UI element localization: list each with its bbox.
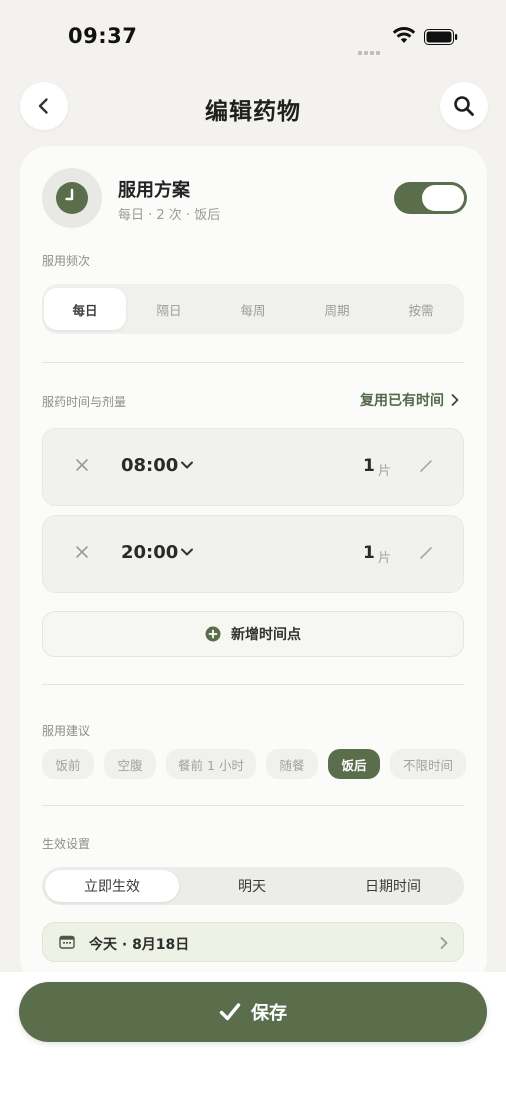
wifi-icon: [392, 26, 416, 48]
plan-icon-badge: [42, 168, 102, 228]
chevron-down-icon[interactable]: [180, 460, 194, 470]
search-button[interactable]: [440, 82, 488, 130]
search-icon: [454, 96, 474, 116]
calendar-icon: [59, 935, 75, 949]
edit-dose-icon[interactable]: [419, 546, 433, 560]
times-label: 服药时间与剂量: [42, 395, 127, 409]
frequency-option-weekly[interactable]: 每周: [212, 288, 294, 330]
chevron-right-icon: [451, 394, 459, 406]
divider: [42, 805, 464, 806]
frequency-label: 服用频次: [42, 254, 91, 268]
dose-unit: 片: [378, 551, 392, 566]
advice-chip-after-meal[interactable]: 饭后: [328, 749, 380, 779]
frequency-option-alternate[interactable]: 隔日: [128, 288, 210, 330]
page-title: 编辑药物: [205, 99, 301, 125]
dose-unit: 片: [378, 464, 392, 479]
effective-option-datetime[interactable]: 日期时间: [325, 870, 461, 902]
reuse-times-label: 复用已有时间: [360, 393, 444, 409]
toggle-knob: [422, 185, 464, 211]
dose-value: 1: [363, 543, 375, 563]
frequency-segmented-control: 每日 隔日 每周 周期 按需: [42, 284, 464, 334]
nav-bar: 编辑药物: [0, 82, 506, 132]
effective-date-row[interactable]: 今天 · 8月18日: [42, 922, 464, 962]
signal-dots-icon: [358, 40, 384, 55]
effective-segmented-control: 立即生效 明天 日期时间: [42, 867, 464, 905]
chevron-down-icon[interactable]: [180, 547, 194, 557]
divider: [42, 362, 464, 363]
time-value[interactable]: 20:00: [121, 542, 178, 563]
save-label: 保存: [251, 1003, 287, 1024]
advice-chip-any-time[interactable]: 不限时间: [390, 749, 466, 779]
chevron-right-icon: [440, 937, 448, 949]
effective-date-text: 今天 · 8月18日: [89, 937, 190, 953]
remove-time-icon[interactable]: [73, 456, 91, 474]
advice-chip-hour-before-meal[interactable]: 餐前 1 小时: [166, 749, 256, 779]
frequency-option-cycle[interactable]: 周期: [296, 288, 378, 330]
plan-enable-toggle[interactable]: [394, 182, 467, 214]
frequency-option-as-needed[interactable]: 按需: [380, 288, 462, 330]
add-time-label: 新增时间点: [231, 627, 301, 643]
plan-title: 服用方案: [118, 180, 190, 201]
advice-chip-empty-stomach[interactable]: 空腹: [104, 749, 156, 779]
save-button[interactable]: 保存: [19, 982, 487, 1042]
edit-dose-icon[interactable]: [419, 459, 433, 473]
divider: [42, 684, 464, 685]
effective-option-tomorrow[interactable]: 明天: [185, 870, 319, 902]
plan-summary: 每日 · 2 次 · 饭后: [118, 208, 221, 223]
advice-label: 服用建议: [42, 724, 91, 738]
time-value[interactable]: 08:00: [121, 455, 178, 476]
time-row: 20:00 1 片: [42, 515, 464, 593]
clock-icon: [56, 182, 88, 214]
reuse-times-link[interactable]: 复用已有时间: [360, 390, 460, 410]
dose-value: 1: [363, 456, 375, 476]
battery-icon: [424, 29, 458, 45]
frequency-option-daily[interactable]: 每日: [44, 288, 126, 330]
advice-chip-before-meal[interactable]: 饭前: [42, 749, 94, 779]
advice-chip-with-meal[interactable]: 随餐: [266, 749, 318, 779]
status-bar: 09:37: [0, 0, 506, 70]
medication-plan-card: 服用方案 每日 · 2 次 · 饭后 服用频次 每日 隔日 每周 周期 按需 服…: [20, 146, 487, 986]
status-time: 09:37: [68, 24, 138, 48]
add-time-button[interactable]: 新增时间点: [42, 611, 464, 657]
effective-label: 生效设置: [42, 837, 91, 851]
plus-circle-icon: [205, 626, 221, 642]
time-row: 08:00 1 片: [42, 428, 464, 506]
remove-time-icon[interactable]: [73, 543, 91, 561]
effective-option-now[interactable]: 立即生效: [45, 870, 179, 902]
checkmark-icon: [219, 1003, 241, 1021]
